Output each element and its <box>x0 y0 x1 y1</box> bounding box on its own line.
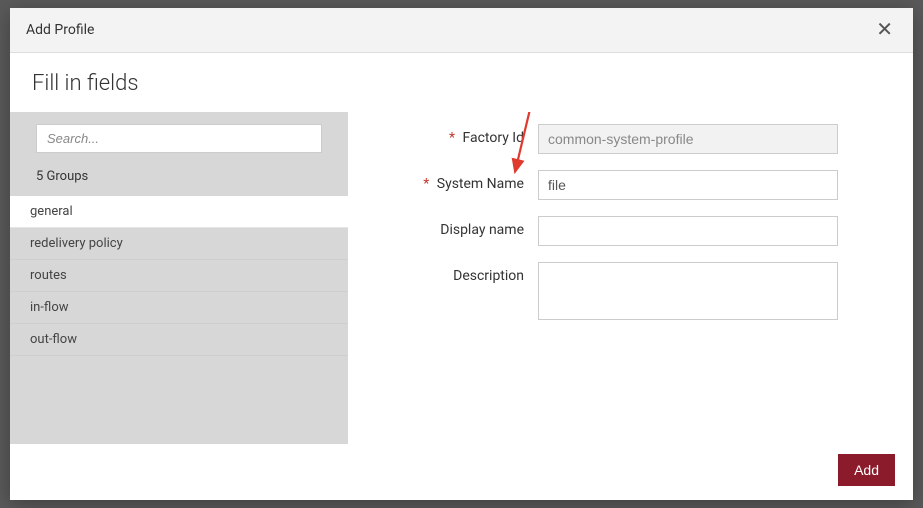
sidebar-item-in-flow[interactable]: in-flow <box>10 292 348 324</box>
sidebar-item-label: in-flow <box>30 300 69 315</box>
search-input[interactable] <box>36 124 322 153</box>
sidebar-item-routes[interactable]: routes <box>10 260 348 292</box>
system-name-input[interactable] <box>538 170 838 200</box>
factory-id-input <box>538 124 838 154</box>
modal-footer: Add <box>10 444 913 500</box>
field-label: Description <box>358 262 538 284</box>
sidebar-item-label: routes <box>30 268 67 283</box>
label-text: Description <box>453 268 524 284</box>
modal-body: Fill in fields 5 Groups general redelive… <box>10 53 913 444</box>
close-icon: ✕ <box>876 19 893 41</box>
form-area: * Factory Id * System Name Display name <box>348 112 913 444</box>
form-row-system-name: * System Name <box>358 170 883 200</box>
content-row: 5 Groups general redelivery policy route… <box>10 112 913 444</box>
sidebar-item-general[interactable]: general <box>10 196 348 228</box>
add-button[interactable]: Add <box>838 454 895 486</box>
display-name-input[interactable] <box>538 216 838 246</box>
sidebar-item-label: general <box>30 204 73 219</box>
form-row-factory-id: * Factory Id <box>358 124 883 154</box>
search-wrap <box>10 112 348 163</box>
label-text: Factory Id <box>462 130 524 146</box>
required-asterisk: * <box>423 176 429 192</box>
modal-header: Add Profile ✕ <box>10 8 913 53</box>
field-label: Display name <box>358 216 538 238</box>
modal-title: Add Profile <box>26 22 94 38</box>
label-text: Display name <box>440 222 524 238</box>
sidebar-item-label: redelivery policy <box>30 236 123 251</box>
groups-count: 5 Groups <box>10 163 348 196</box>
field-label: * Factory Id <box>358 124 538 146</box>
sidebar: 5 Groups general redelivery policy route… <box>10 112 348 444</box>
required-asterisk: * <box>449 130 455 146</box>
add-profile-modal: Add Profile ✕ Fill in fields 5 Groups ge… <box>10 8 913 500</box>
form-row-description: Description <box>358 262 883 320</box>
sidebar-item-label: out-flow <box>30 332 77 347</box>
sidebar-item-out-flow[interactable]: out-flow <box>10 324 348 356</box>
label-text: System Name <box>437 176 524 192</box>
form-row-display-name: Display name <box>358 216 883 246</box>
sidebar-item-redelivery-policy[interactable]: redelivery policy <box>10 228 348 260</box>
field-label: * System Name <box>358 170 538 192</box>
close-button[interactable]: ✕ <box>872 20 897 40</box>
description-input[interactable] <box>538 262 838 320</box>
section-title: Fill in fields <box>10 53 913 112</box>
